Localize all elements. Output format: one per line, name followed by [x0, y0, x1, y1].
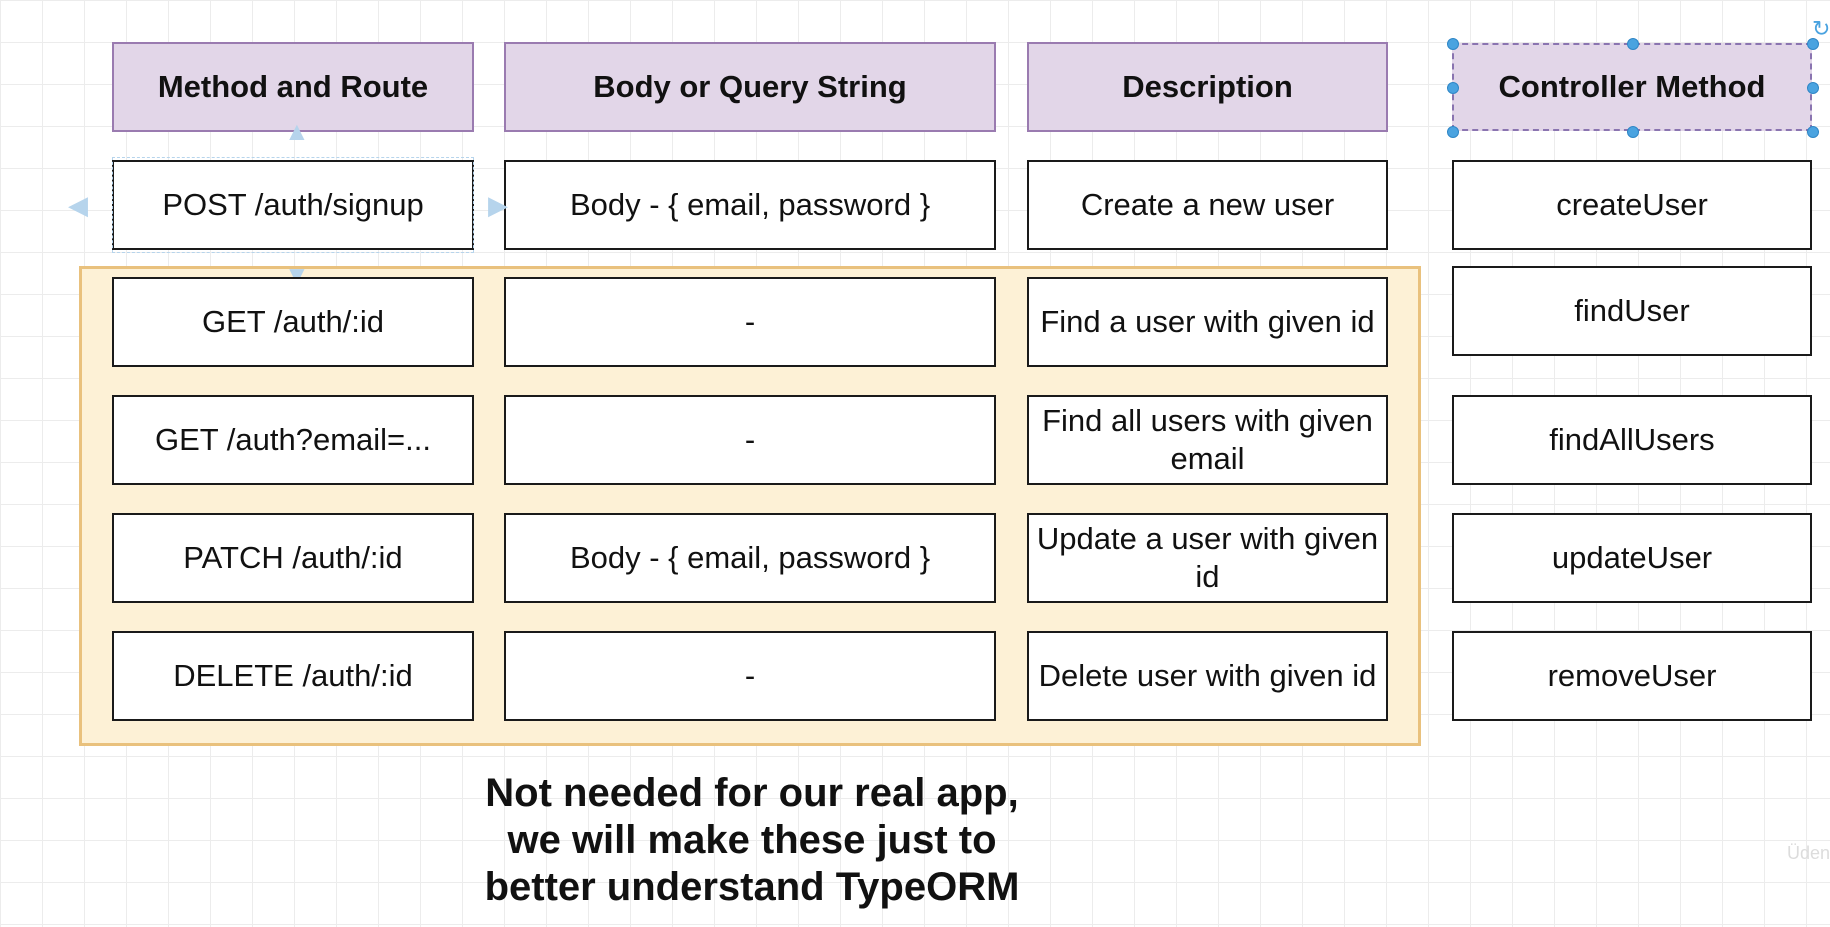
move-right-arrow-icon: ▶: [488, 190, 508, 220]
description-cell[interactable]: Update a user with given id: [1027, 513, 1388, 603]
description-cell[interactable]: Find all users with given email: [1027, 395, 1388, 485]
move-up-arrow-icon: ▲: [284, 116, 310, 146]
route-cell[interactable]: GET /auth?email=...: [112, 395, 474, 485]
selection-handle-bottom-right[interactable]: [1807, 126, 1819, 138]
body-cell[interactable]: -: [504, 631, 996, 721]
controller-cell[interactable]: removeUser: [1452, 631, 1812, 721]
move-left-arrow-icon: ◀: [68, 190, 88, 220]
body-cell[interactable]: Body - { email, password }: [504, 160, 996, 250]
watermark-logo: Üden: [1786, 843, 1830, 863]
selection-handle-middle-right[interactable]: [1807, 82, 1819, 94]
selection-handle-top-left[interactable]: [1447, 38, 1459, 50]
selection-handle-bottom-left[interactable]: [1447, 126, 1459, 138]
header-controller-method[interactable]: Controller Method: [1452, 43, 1812, 131]
controller-cell[interactable]: createUser: [1452, 160, 1812, 250]
selection-handle-middle-left[interactable]: [1447, 82, 1459, 94]
selection-handle-top-middle[interactable]: [1627, 38, 1639, 50]
selection-handle-bottom-middle[interactable]: [1627, 126, 1639, 138]
hover-selection-outline: [112, 157, 474, 253]
description-cell[interactable]: Find a user with given id: [1027, 277, 1388, 367]
controller-cell[interactable]: findUser: [1452, 266, 1812, 356]
body-cell[interactable]: Body - { email, password }: [504, 513, 996, 603]
route-cell[interactable]: GET /auth/:id: [112, 277, 474, 367]
description-cell[interactable]: Create a new user: [1027, 160, 1388, 250]
route-cell[interactable]: DELETE /auth/:id: [112, 631, 474, 721]
body-cell[interactable]: -: [504, 395, 996, 485]
description-cell[interactable]: Delete user with given id: [1027, 631, 1388, 721]
rotate-handle-icon[interactable]: ↻: [1812, 16, 1830, 42]
controller-cell[interactable]: updateUser: [1452, 513, 1812, 603]
body-cell[interactable]: -: [504, 277, 996, 367]
not-needed-note[interactable]: Not needed for our real app, we will mak…: [380, 770, 1124, 911]
header-description[interactable]: Description: [1027, 42, 1388, 132]
header-body-or-query-string[interactable]: Body or Query String: [504, 42, 996, 132]
controller-cell[interactable]: findAllUsers: [1452, 395, 1812, 485]
route-cell[interactable]: PATCH /auth/:id: [112, 513, 474, 603]
